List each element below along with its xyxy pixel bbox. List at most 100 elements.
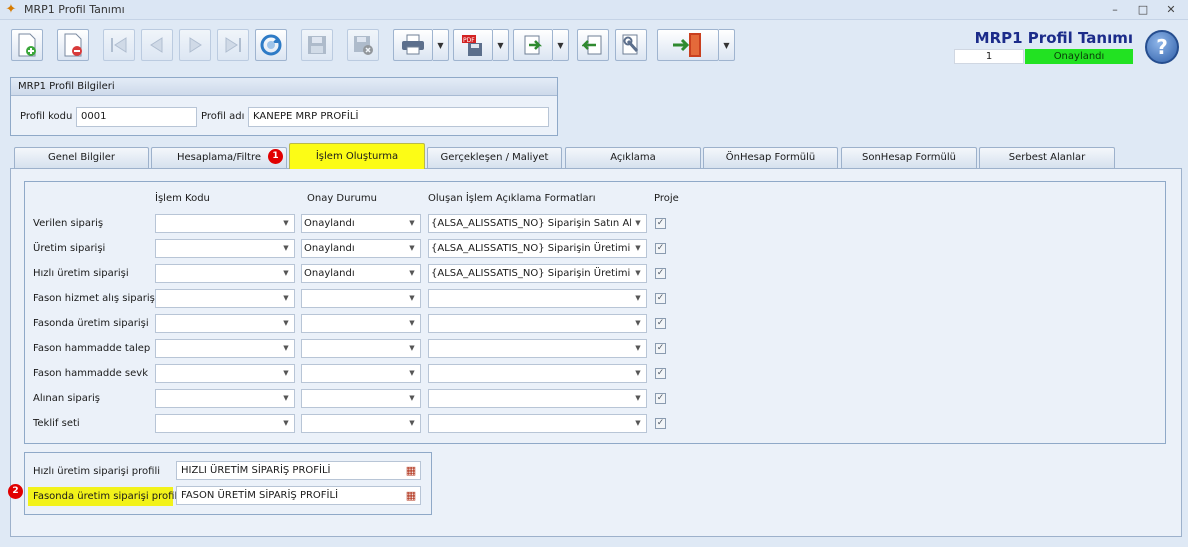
pdf-export-icon[interactable]: PDF (453, 29, 493, 61)
first-record-icon[interactable] (103, 29, 135, 61)
islem-kodu-combo[interactable]: ▼ (155, 364, 295, 383)
chevron-down-icon[interactable]: ▼ (405, 366, 419, 381)
chevron-down-icon[interactable]: ▼ (279, 391, 293, 406)
help-button[interactable]: ? (1145, 30, 1179, 64)
chevron-down-icon[interactable]: ▼ (405, 341, 419, 356)
onay-durumu-combo[interactable]: ▼ (301, 389, 421, 408)
aciklama-format-combo[interactable]: ▼ (428, 389, 647, 408)
proje-checkbox[interactable]: ✓ (655, 293, 666, 304)
close-button[interactable]: ✕ (1160, 1, 1182, 19)
last-record-icon[interactable] (217, 29, 249, 61)
profile-name-input[interactable]: KANEPE MRP PROFİLİ (248, 107, 549, 127)
fast-profile-picker-icon[interactable]: ▦ (403, 463, 419, 479)
chevron-down-icon[interactable]: ▼ (631, 241, 645, 256)
onay-durumu-combo[interactable]: Onaylandı ▼ (301, 264, 421, 283)
tab-serbest-alanlar[interactable]: Serbest Alanlar (979, 147, 1115, 168)
cancel-save-icon[interactable] (347, 29, 379, 61)
exit-dropdown[interactable]: ▼ (719, 29, 735, 61)
onay-durumu-combo[interactable]: ▼ (301, 289, 421, 308)
import-icon[interactable] (577, 29, 609, 61)
tab-hesaplama-filtre[interactable]: Hesaplama/Filtre (151, 147, 287, 168)
chevron-down-icon[interactable]: ▼ (405, 291, 419, 306)
chevron-down-icon[interactable]: ▼ (279, 341, 293, 356)
exit-door-icon[interactable] (657, 29, 719, 61)
chevron-down-icon[interactable]: ▼ (405, 416, 419, 431)
proje-checkbox[interactable]: ✓ (655, 268, 666, 279)
chevron-down-icon[interactable]: ▼ (631, 291, 645, 306)
aciklama-format-combo[interactable]: ▼ (428, 414, 647, 433)
maximize-button[interactable]: □ (1132, 1, 1154, 19)
proje-checkbox[interactable]: ✓ (655, 218, 666, 229)
onay-durumu-combo[interactable]: Onaylandı ▼ (301, 214, 421, 233)
chevron-down-icon[interactable]: ▼ (279, 241, 293, 256)
chevron-down-icon[interactable]: ▼ (631, 316, 645, 331)
aciklama-format-combo[interactable]: {ALSA_ALISSATIS_NO} Siparişin Üretimi ▼ (428, 264, 647, 283)
tab-onhesap-formulu[interactable]: ÖnHesap Formülü (703, 147, 838, 168)
tab-aciklama[interactable]: Açıklama (565, 147, 701, 168)
islem-kodu-combo[interactable]: ▼ (155, 314, 295, 333)
chevron-down-icon[interactable]: ▼ (405, 216, 419, 231)
profile-code-input[interactable]: 0001 (76, 107, 197, 127)
chevron-down-icon[interactable]: ▼ (631, 366, 645, 381)
refresh-icon[interactable] (255, 29, 287, 61)
islem-kodu-combo[interactable]: ▼ (155, 414, 295, 433)
aciklama-format-combo[interactable]: ▼ (428, 339, 647, 358)
proje-checkbox[interactable]: ✓ (655, 318, 666, 329)
settings-wrench-icon[interactable] (615, 29, 647, 61)
chevron-down-icon[interactable]: ▼ (631, 391, 645, 406)
export-dropdown[interactable]: ▼ (553, 29, 569, 61)
export-icon[interactable] (513, 29, 553, 61)
delete-document-icon[interactable] (57, 29, 89, 61)
onay-durumu-combo[interactable]: ▼ (301, 414, 421, 433)
print-icon[interactable] (393, 29, 433, 61)
islem-kodu-combo[interactable]: ▼ (155, 389, 295, 408)
proje-checkbox[interactable]: ✓ (655, 418, 666, 429)
fason-profile-input[interactable]: FASON ÜRETİM SİPARİŞ PROFİLİ (176, 486, 421, 505)
islem-kodu-combo[interactable]: ▼ (155, 264, 295, 283)
islem-kodu-combo[interactable]: ▼ (155, 239, 295, 258)
tab-gerceklesen-maliyet[interactable]: Gerçekleşen / Maliyet (427, 147, 562, 168)
onay-durumu-combo[interactable]: ▼ (301, 364, 421, 383)
aciklama-format-combo[interactable]: ▼ (428, 314, 647, 333)
islem-kodu-combo[interactable]: ▼ (155, 214, 295, 233)
print-dropdown[interactable]: ▼ (433, 29, 449, 61)
aciklama-format-combo[interactable]: ▼ (428, 364, 647, 383)
tab-sonhesap-formulu[interactable]: SonHesap Formülü (841, 147, 977, 168)
chevron-down-icon[interactable]: ▼ (279, 416, 293, 431)
chevron-down-icon[interactable]: ▼ (631, 416, 645, 431)
chevron-down-icon[interactable]: ▼ (279, 291, 293, 306)
onay-durumu-combo[interactable]: Onaylandı ▼ (301, 239, 421, 258)
chevron-down-icon[interactable]: ▼ (405, 316, 419, 331)
save-icon[interactable] (301, 29, 333, 61)
proje-checkbox[interactable]: ✓ (655, 368, 666, 379)
chevron-down-icon[interactable]: ▼ (279, 366, 293, 381)
chevron-down-icon[interactable]: ▼ (405, 391, 419, 406)
new-document-icon[interactable] (11, 29, 43, 61)
chevron-down-icon[interactable]: ▼ (631, 341, 645, 356)
proje-checkbox[interactable]: ✓ (655, 343, 666, 354)
proje-checkbox[interactable]: ✓ (655, 393, 666, 404)
pdf-dropdown[interactable]: ▼ (493, 29, 509, 61)
chevron-down-icon[interactable]: ▼ (405, 241, 419, 256)
aciklama-format-combo[interactable]: {ALSA_ALISSATIS_NO} Siparişin Üretimi ▼ (428, 239, 647, 258)
minimize-button[interactable]: – (1104, 1, 1126, 19)
chevron-down-icon[interactable]: ▼ (279, 316, 293, 331)
chevron-down-icon[interactable]: ▼ (405, 266, 419, 281)
chevron-down-icon[interactable]: ▼ (631, 266, 645, 281)
fast-profile-input[interactable]: HIZLI ÜRETİM SİPARİŞ PROFİLİ (176, 461, 421, 480)
proje-checkbox[interactable]: ✓ (655, 243, 666, 254)
chevron-down-icon[interactable]: ▼ (631, 216, 645, 231)
tab-genel-bilgiler[interactable]: Genel Bilgiler (14, 147, 149, 168)
fason-profile-picker-icon[interactable]: ▦ (403, 488, 419, 504)
onay-durumu-combo[interactable]: ▼ (301, 339, 421, 358)
aciklama-format-combo[interactable]: {ALSA_ALISSATIS_NO} Siparişin Satın Alm ▼ (428, 214, 647, 233)
previous-record-icon[interactable] (141, 29, 173, 61)
chevron-down-icon[interactable]: ▼ (279, 266, 293, 281)
next-record-icon[interactable] (179, 29, 211, 61)
aciklama-format-combo[interactable]: ▼ (428, 289, 647, 308)
islem-kodu-combo[interactable]: ▼ (155, 289, 295, 308)
islem-kodu-combo[interactable]: ▼ (155, 339, 295, 358)
onay-durumu-combo[interactable]: ▼ (301, 314, 421, 333)
tab-islem-olusturma[interactable]: İşlem Oluşturma (289, 143, 425, 169)
chevron-down-icon[interactable]: ▼ (279, 216, 293, 231)
